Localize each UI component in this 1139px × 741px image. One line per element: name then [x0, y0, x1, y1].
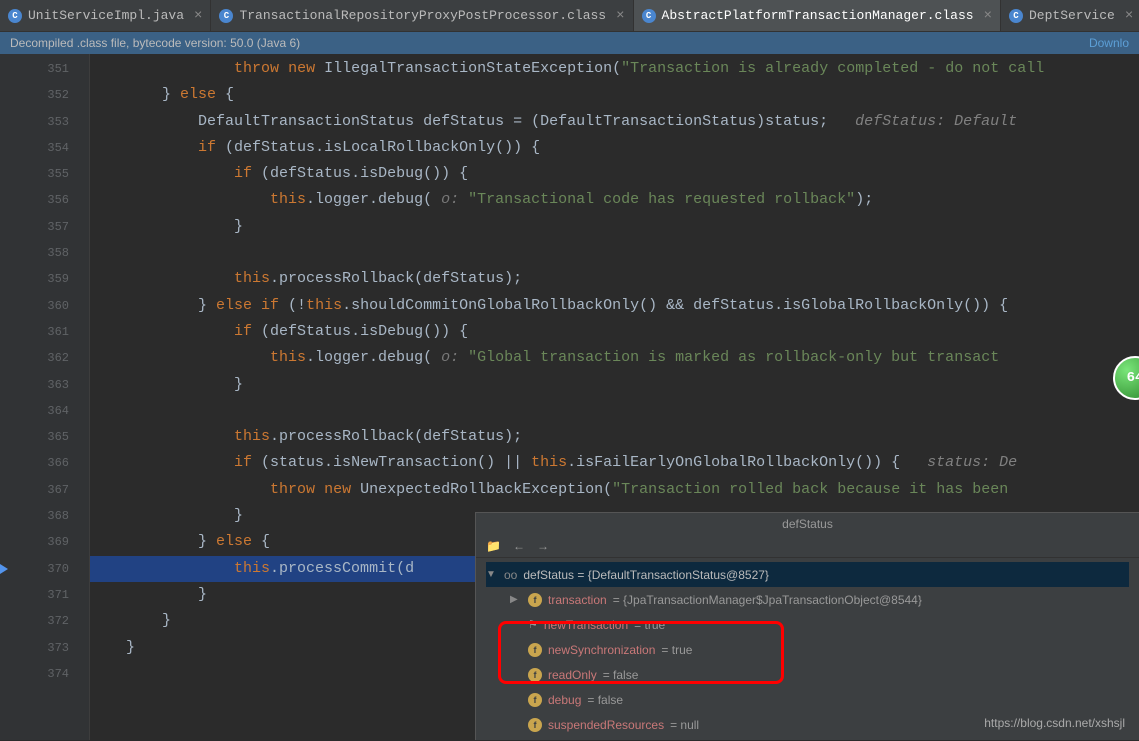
tab-label: TransactionalRepositoryProxyPostProcesso… [239, 8, 606, 23]
tab-label: UnitServiceImpl.java [28, 8, 184, 23]
field-name: suspendedResources [548, 718, 664, 732]
decompiled-banner: Decompiled .class file, bytecode version… [0, 32, 1139, 54]
class-icon: C [8, 9, 22, 23]
debug-variable[interactable]: f readOnly = false [486, 662, 1129, 687]
line-number[interactable]: 352 [0, 82, 89, 108]
code-line[interactable]: } [90, 214, 1139, 240]
line-number[interactable]: 357 [0, 214, 89, 240]
field-name: newSynchronization [548, 643, 655, 657]
code-line[interactable]: throw new IllegalTransactionStateExcepti… [90, 56, 1139, 82]
banner-message: Decompiled .class file, bytecode version… [10, 36, 300, 50]
code-line[interactable]: } else if (!this.shouldCommitOnGlobalRol… [90, 293, 1139, 319]
field-icon: f [528, 718, 542, 732]
line-number[interactable]: 360 [0, 293, 89, 319]
code-line[interactable]: this.processRollback(defStatus); [90, 424, 1139, 450]
field-value: = null [670, 718, 699, 732]
tab[interactable]: C TransactionalRepositoryProxyPostProcess… [211, 0, 633, 31]
code-line[interactable] [90, 398, 1139, 424]
line-number[interactable]: 351 [0, 56, 89, 82]
code-line[interactable]: if (defStatus.isDebug()) { [90, 161, 1139, 187]
tab[interactable]: C AbstractPlatformTransactionManager.clas… [634, 0, 1001, 31]
field-icon: f [528, 643, 542, 657]
line-number[interactable]: 363 [0, 372, 89, 398]
debug-toolbar: 📁 ← → [476, 535, 1139, 558]
code-line[interactable]: DefaultTransactionStatus defStatus = (De… [90, 109, 1139, 135]
line-number[interactable]: 370 [0, 556, 89, 582]
back-arrow-icon[interactable]: ← [513, 539, 525, 553]
tab[interactable]: C UnitServiceImpl.java × [0, 0, 211, 31]
code-line[interactable]: this.logger.debug( o: "Global transactio… [90, 345, 1139, 371]
tab[interactable]: C DeptService × [1001, 0, 1139, 31]
line-number[interactable]: 361 [0, 319, 89, 345]
folder-icon[interactable]: 📁 [486, 539, 501, 553]
field-value: = false [587, 693, 623, 707]
field-name: newTransaction [544, 618, 628, 632]
code-line[interactable]: this.logger.debug( o: "Transactional cod… [90, 187, 1139, 213]
watermark: https://blog.csdn.net/xshsjl [984, 716, 1125, 730]
download-link[interactable]: Downlo [1089, 36, 1129, 50]
debug-variable-root[interactable]: ▼oo defStatus = {DefaultTransactionStatu… [486, 562, 1129, 587]
field-value: = true [661, 643, 692, 657]
line-number[interactable]: 362 [0, 345, 89, 371]
tab-label: AbstractPlatformTransactionManager.class [662, 8, 974, 23]
line-number[interactable]: 367 [0, 477, 89, 503]
line-number[interactable]: 365 [0, 424, 89, 450]
field-value: = {JpaTransactionManager$JpaTransactionO… [613, 593, 922, 607]
forward-arrow-icon[interactable]: → [537, 539, 549, 553]
tab-label: DeptService [1029, 8, 1115, 23]
close-icon[interactable]: × [984, 8, 992, 24]
line-number[interactable]: 368 [0, 503, 89, 529]
line-number[interactable]: 372 [0, 608, 89, 634]
debug-variable[interactable]: ▶ftransaction= {JpaTransactionManager$Jp… [486, 587, 1129, 612]
var-label: defStatus = {DefaultTransactionStatus@85… [523, 568, 769, 582]
line-number[interactable]: 366 [0, 450, 89, 476]
line-number[interactable]: 369 [0, 529, 89, 555]
editor-tabs: C UnitServiceImpl.java × C TransactionalRepo… [0, 0, 1139, 32]
debug-title: defStatus [476, 513, 1139, 535]
debug-variables-panel: defStatus 📁 ← → ▼oo defStatus = {Default… [475, 512, 1139, 740]
code-line[interactable]: } [90, 372, 1139, 398]
close-icon[interactable]: × [194, 8, 202, 24]
line-number[interactable]: 353 [0, 109, 89, 135]
flag-icon: ⚑ [528, 618, 538, 631]
line-number[interactable]: 358 [0, 240, 89, 266]
close-icon[interactable]: × [1125, 8, 1133, 24]
field-name: transaction [548, 593, 607, 607]
line-number[interactable]: 354 [0, 135, 89, 161]
debug-tree: ▼oo defStatus = {DefaultTransactionStatu… [476, 558, 1139, 741]
field-icon: f [528, 668, 542, 682]
line-number[interactable]: 373 [0, 635, 89, 661]
code-line[interactable]: } else { [90, 82, 1139, 108]
code-line[interactable]: if (defStatus.isLocalRollbackOnly()) { [90, 135, 1139, 161]
field-value: = false [603, 668, 639, 682]
debug-variable[interactable]: fdebug = false [486, 687, 1129, 712]
debug-variable[interactable]: ⚑ newTransaction = true [486, 612, 1129, 637]
field-name: debug [548, 693, 581, 707]
code-line[interactable]: if (defStatus.isDebug()) { [90, 319, 1139, 345]
field-icon: f [528, 693, 542, 707]
line-number[interactable]: 355 [0, 161, 89, 187]
code-line[interactable]: this.processRollback(defStatus); [90, 266, 1139, 292]
line-number[interactable]: 364 [0, 398, 89, 424]
gutter: 3513523533543553563573583593603613623633… [0, 54, 90, 740]
code-line[interactable] [90, 240, 1139, 266]
field-icon: f [528, 593, 542, 607]
line-number[interactable]: 356 [0, 187, 89, 213]
code-line[interactable]: throw new UnexpectedRollbackException("T… [90, 477, 1139, 503]
field-value: = true [634, 618, 665, 632]
close-icon[interactable]: × [616, 8, 624, 24]
class-icon: C [219, 9, 233, 23]
class-icon: C [642, 9, 656, 23]
line-number[interactable]: 371 [0, 582, 89, 608]
class-icon: C [1009, 9, 1023, 23]
field-name: readOnly [548, 668, 597, 682]
debug-variable[interactable]: f newSynchronization = true [486, 637, 1129, 662]
code-line[interactable]: if (status.isNewTransaction() || this.is… [90, 450, 1139, 476]
line-number[interactable]: 359 [0, 266, 89, 292]
line-number[interactable]: 374 [0, 661, 89, 687]
